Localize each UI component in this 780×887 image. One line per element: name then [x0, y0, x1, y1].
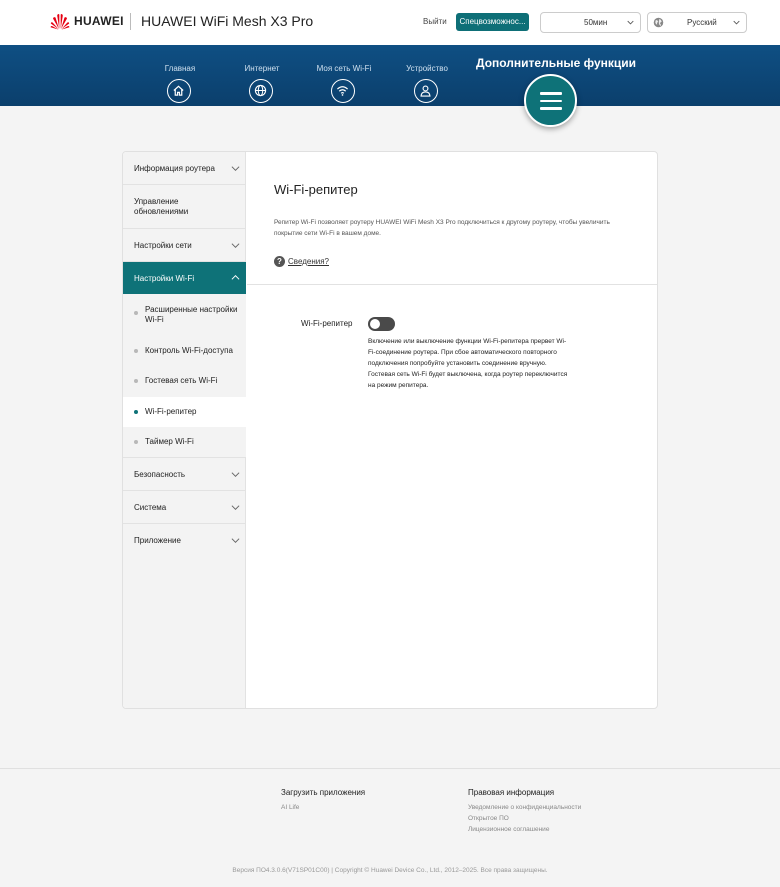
sidebar-item-update-management[interactable]: Управление обновлениями	[123, 185, 246, 229]
question-icon: ?	[274, 256, 285, 267]
bullet-dot	[134, 379, 138, 383]
sidebar: Информация роутера Управление обновления…	[123, 152, 246, 708]
user-icon	[414, 79, 438, 103]
chevron-down-icon	[231, 472, 240, 478]
accessibility-button[interactable]: Спецвозможнос...	[456, 13, 529, 31]
chevron-up-icon	[231, 274, 240, 280]
footer-apps-title: Загрузить приложения	[281, 788, 366, 797]
footer-link-license[interactable]: Лицензионное соглашение	[468, 824, 581, 835]
globe-icon	[653, 17, 664, 28]
session-timeout-select[interactable]: 50мин	[540, 12, 641, 33]
content-panel: Wi-Fi-репитер Репитер Wi-Fi позволяет ро…	[247, 152, 657, 708]
language-value: Русский	[687, 18, 717, 27]
bullet-dot	[134, 349, 138, 353]
sidebar-item-label: Управление обновлениями	[134, 197, 189, 216]
chevron-down-icon	[231, 243, 240, 249]
sidebar-item-label: Система	[134, 503, 167, 512]
session-timeout-value: 50мин	[584, 18, 608, 27]
footer-legal-title: Правовая информация	[468, 788, 555, 797]
sidebar-subitem-wifi-access-control[interactable]: Контроль Wi-Fi-доступа	[123, 336, 246, 366]
chevron-down-icon	[231, 505, 240, 511]
bullet-dot-active	[134, 410, 138, 414]
repeater-help-text: Включение или выключение функции Wi-Fi-р…	[368, 336, 568, 391]
nav-item-advanced-label[interactable]: Дополнительные функции	[476, 56, 636, 70]
sidebar-item-label: Безопасность	[134, 470, 186, 479]
page-title: Wi-Fi-репитер	[274, 182, 358, 197]
nav-item-home[interactable]: Главная	[145, 45, 215, 103]
settings-card: Информация роутера Управление обновления…	[122, 151, 658, 709]
chevron-down-icon	[231, 538, 240, 544]
hamburger-menu-icon[interactable]	[524, 74, 577, 127]
footer-link-ai-life[interactable]: AI Life	[281, 802, 365, 813]
sidebar-item-system[interactable]: Система	[123, 491, 246, 524]
nav-item-internet[interactable]: Интернет	[227, 45, 297, 103]
sidebar-subitem-label: Гостевая сеть Wi-Fi	[145, 376, 218, 385]
footer-link-open-source[interactable]: Открытое ПО	[468, 813, 581, 824]
section-divider	[247, 284, 657, 285]
footer-link-privacy[interactable]: Уведомление о конфиденциальности	[468, 802, 581, 813]
sidebar-subitem-label: Таймер Wi-Fi	[145, 437, 194, 446]
bullet-dot	[134, 440, 138, 444]
menu-bar	[540, 99, 562, 102]
nav-label: Главная	[164, 64, 196, 73]
brand-name: HUAWEI	[74, 14, 124, 28]
nav-item-device[interactable]: Устройство	[392, 45, 462, 103]
huawei-logo-icon	[50, 13, 70, 30]
sidebar-item-application[interactable]: Приложение	[123, 524, 246, 557]
globe-icon	[249, 79, 273, 103]
sidebar-item-security[interactable]: Безопасность	[123, 458, 246, 491]
footer: Загрузить приложения AI Life Правовая ин…	[0, 768, 780, 887]
footer-legal-column: Правовая информация Уведомление о конфид…	[468, 788, 581, 835]
sidebar-item-label: Настройки сети	[134, 241, 192, 250]
nav-label: Устройство	[406, 64, 448, 73]
sidebar-subitem-guest-wifi[interactable]: Гостевая сеть Wi-Fi	[123, 366, 246, 397]
repeater-field-label: Wi-Fi-репитер	[301, 319, 353, 328]
top-bar: HUAWEI HUAWEI WiFi Mesh X3 Pro Выйти Спе…	[0, 0, 780, 45]
sidebar-subitem-advanced-wifi[interactable]: Расширенные настройки Wi-Fi	[123, 294, 246, 336]
nav-item-my-wifi[interactable]: Моя сеть Wi-Fi	[309, 45, 379, 103]
sidebar-subitem-label: Расширенные настройки Wi-Fi	[145, 305, 238, 324]
sidebar-item-network-settings[interactable]: Настройки сети	[123, 229, 246, 262]
chevron-down-icon	[231, 166, 240, 172]
repeater-toggle[interactable]	[368, 317, 395, 331]
copyright-text: Версия ПО4.3.0.6(V71SP01C00) | Copyright…	[232, 867, 548, 874]
main-navigation: Главная Интернет Моя сеть Wi-Fi Устройст…	[0, 45, 780, 127]
toggle-knob	[370, 319, 380, 329]
header-divider	[130, 13, 131, 30]
sidebar-item-label: Настройки Wi-Fi	[134, 274, 195, 283]
chevron-down-icon	[733, 20, 740, 25]
sidebar-item-label: Информация роутера	[134, 164, 215, 173]
chevron-down-icon	[627, 20, 634, 25]
repeater-help-line-2: Гостевая сеть Wi-Fi будет выключена, ког…	[368, 371, 568, 389]
sidebar-subitem-wifi-repeater[interactable]: Wi-Fi-репитер	[123, 397, 246, 427]
sidebar-subitem-label: Wi-Fi-репитер	[145, 407, 197, 416]
nav-label: Моя сеть Wi-Fi	[316, 64, 372, 73]
menu-bar	[540, 92, 562, 95]
sidebar-subitem-label: Контроль Wi-Fi-доступа	[145, 346, 233, 355]
repeater-help-line-1: Включение или выключение функции Wi-Fi-р…	[368, 338, 567, 367]
sidebar-item-router-info[interactable]: Информация роутера	[123, 152, 246, 185]
product-title: HUAWEI WiFi Mesh X3 Pro	[141, 13, 314, 29]
language-select[interactable]: Русский	[647, 12, 747, 33]
home-icon	[167, 79, 191, 103]
menu-bar	[540, 107, 562, 110]
page-description: Репитер Wi-Fi позволяет роутеру HUAWEI W…	[274, 219, 610, 237]
wifi-icon	[331, 79, 355, 103]
sidebar-item-wifi-settings[interactable]: Настройки Wi-Fi	[123, 262, 246, 294]
bullet-dot	[134, 311, 138, 315]
sidebar-subitem-wifi-timer[interactable]: Таймер Wi-Fi	[123, 427, 246, 458]
help-link[interactable]: ? Сведения?	[274, 256, 329, 267]
huawei-logo[interactable]: HUAWEI	[50, 12, 124, 30]
nav-label: Интернет	[244, 64, 280, 73]
footer-apps-column: Загрузить приложения AI Life	[281, 788, 365, 813]
sidebar-item-label: Приложение	[134, 536, 181, 545]
logout-link[interactable]: Выйти	[423, 17, 447, 26]
help-link-label: Сведения?	[288, 257, 329, 266]
